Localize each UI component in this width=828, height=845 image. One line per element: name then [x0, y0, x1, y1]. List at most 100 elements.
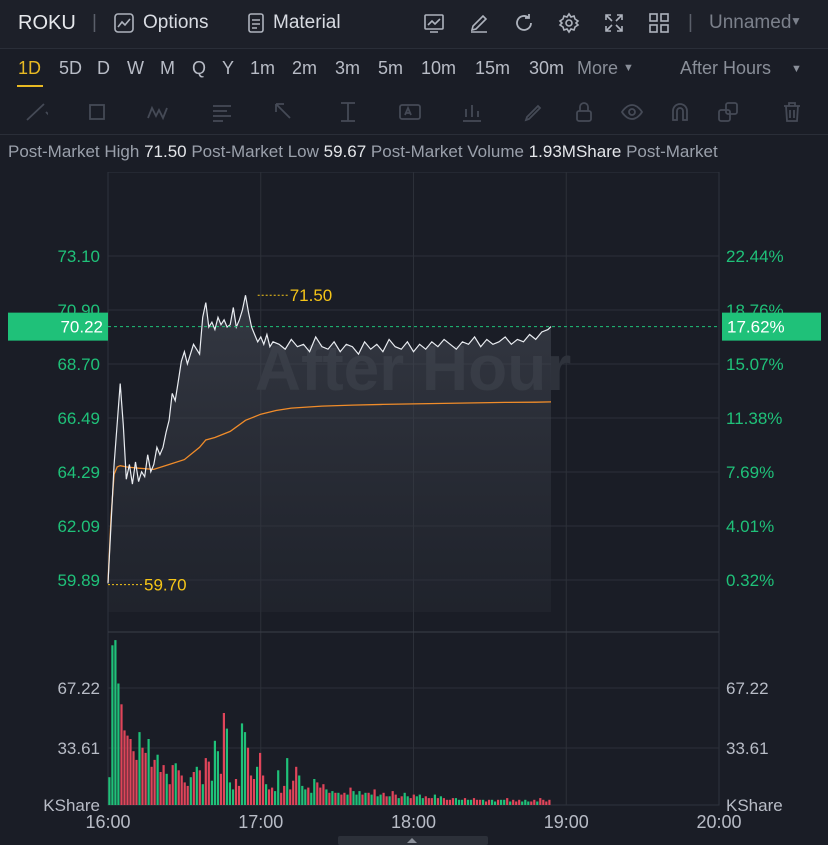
session-dropdown[interactable]: After Hours — [680, 58, 771, 79]
post-market-stats: Post-Market High 71.50 Post-Market Low 5… — [0, 142, 828, 166]
text-annotation-icon[interactable] — [398, 100, 422, 124]
volume-bar — [509, 801, 512, 805]
chevron-down-icon[interactable]: ▼ — [623, 62, 634, 74]
material-button[interactable]: Material — [273, 12, 341, 34]
volume-bar — [466, 799, 470, 805]
timeframe-2m[interactable]: 2m — [292, 58, 317, 79]
brush-tool-icon[interactable] — [522, 100, 546, 124]
timeframe-15m[interactable]: 15m — [475, 58, 510, 79]
volume-bar — [355, 794, 358, 805]
timeframe-5m[interactable]: 5m — [378, 58, 403, 79]
volume-bar — [189, 777, 192, 805]
measure-tool-icon[interactable] — [336, 100, 360, 124]
volume-bar — [530, 801, 533, 805]
timeframe-30m[interactable]: 30m — [529, 58, 564, 79]
volume-bar — [207, 761, 210, 805]
magnet-icon[interactable] — [668, 100, 692, 124]
layout-name-dropdown[interactable]: Unnamed — [709, 12, 791, 34]
volume-bar — [262, 775, 265, 805]
edit-pencil-icon[interactable] — [468, 12, 490, 34]
volume-bar — [277, 770, 280, 805]
volume-bar — [472, 798, 476, 805]
y-axis-tick-right: 0.32% — [726, 571, 774, 590]
indicator-chart-icon[interactable] — [423, 12, 445, 34]
timeframe-3m[interactable]: 3m — [335, 58, 360, 79]
timeframe-m[interactable]: M — [160, 58, 175, 79]
volume-bar — [334, 792, 337, 805]
layout-grid-icon[interactable] — [648, 12, 670, 34]
lock-icon[interactable] — [572, 100, 596, 124]
volume-bar — [192, 772, 195, 805]
volume-bar — [183, 782, 186, 805]
y-axis-tick-left: 62.09 — [57, 517, 100, 536]
settings-gear-icon[interactable] — [558, 12, 580, 34]
volume-bar — [141, 747, 144, 805]
volume-bar — [485, 801, 488, 805]
volume-bar — [545, 801, 548, 805]
volume-bar — [515, 801, 518, 805]
refresh-icon[interactable] — [513, 12, 535, 34]
chevron-down-icon[interactable]: ▼ — [790, 14, 802, 28]
volume-bar — [165, 773, 168, 805]
text-lines-tool-icon[interactable] — [210, 100, 234, 124]
chevron-down-icon[interactable]: ▼ — [791, 63, 802, 75]
volume-bar — [527, 801, 530, 805]
volume-bar — [406, 796, 409, 805]
volume-bar — [162, 765, 165, 805]
volume-bar — [231, 789, 235, 805]
timeframe-y[interactable]: Y — [222, 58, 234, 79]
timeframe-1m[interactable]: 1m — [250, 58, 275, 79]
trend-line-tool-icon[interactable] — [24, 100, 53, 124]
volume-bar — [274, 791, 277, 805]
volume-bar — [195, 766, 198, 805]
volume-bar — [153, 759, 156, 805]
timeframe-q[interactable]: Q — [192, 58, 206, 79]
volume-bar — [439, 796, 442, 805]
volume-bar — [337, 792, 340, 805]
volume-bar — [542, 799, 545, 805]
timeframe-10m[interactable]: 10m — [421, 58, 456, 79]
current-pct-value: 17.62% — [727, 318, 785, 337]
volume-bar — [129, 739, 132, 805]
active-timeframe-indicator — [17, 85, 43, 87]
timeframe-w[interactable]: W — [127, 58, 144, 79]
volume-bar — [304, 789, 307, 805]
symbol-title[interactable]: ROKU — [18, 12, 76, 35]
volume-bar — [331, 791, 334, 805]
volume-bar — [388, 796, 391, 805]
volume-bar — [316, 782, 319, 805]
rectangle-tool-icon[interactable] — [86, 100, 110, 124]
price-chart[interactable]: After Hour 71.5059.70 73.1022.44%70.9018… — [0, 172, 828, 845]
trash-icon[interactable] — [780, 100, 804, 124]
volume-label: Post-Market Volume — [370, 142, 524, 161]
volume-bar — [228, 782, 231, 805]
volume-bar — [243, 732, 247, 805]
volume-bar — [150, 766, 153, 805]
timeframe-1d[interactable]: 1D — [18, 58, 41, 79]
options-chart-icon[interactable] — [113, 12, 135, 34]
volume-bar — [298, 775, 301, 805]
volume-bar — [436, 798, 439, 805]
volume-bar — [322, 784, 325, 805]
material-document-icon[interactable] — [245, 12, 267, 34]
timeframe-d[interactable]: D — [97, 58, 110, 79]
layers-icon[interactable] — [716, 100, 740, 124]
volume-bar — [144, 752, 147, 805]
volume-bar — [454, 798, 457, 805]
volume-bar — [225, 728, 228, 805]
arrow-tool-icon[interactable] — [272, 100, 296, 124]
volume-bar — [482, 799, 485, 805]
volume-bar — [283, 785, 286, 805]
volume-bar — [418, 794, 421, 805]
y-axis-tick-right: 4.01% — [726, 517, 774, 536]
current-price-value: 70.22 — [60, 318, 103, 337]
options-button[interactable]: Options — [143, 12, 208, 34]
pattern-tool-icon[interactable] — [146, 100, 170, 124]
volume-bar — [469, 799, 473, 805]
visibility-eye-icon[interactable] — [620, 100, 644, 124]
timeframe-more[interactable]: More — [577, 58, 618, 79]
timeframe-5d[interactable]: 5D — [59, 58, 82, 79]
volume-bar — [256, 766, 259, 805]
candle-tool-icon[interactable] — [460, 100, 484, 124]
fullscreen-icon[interactable] — [603, 12, 625, 34]
